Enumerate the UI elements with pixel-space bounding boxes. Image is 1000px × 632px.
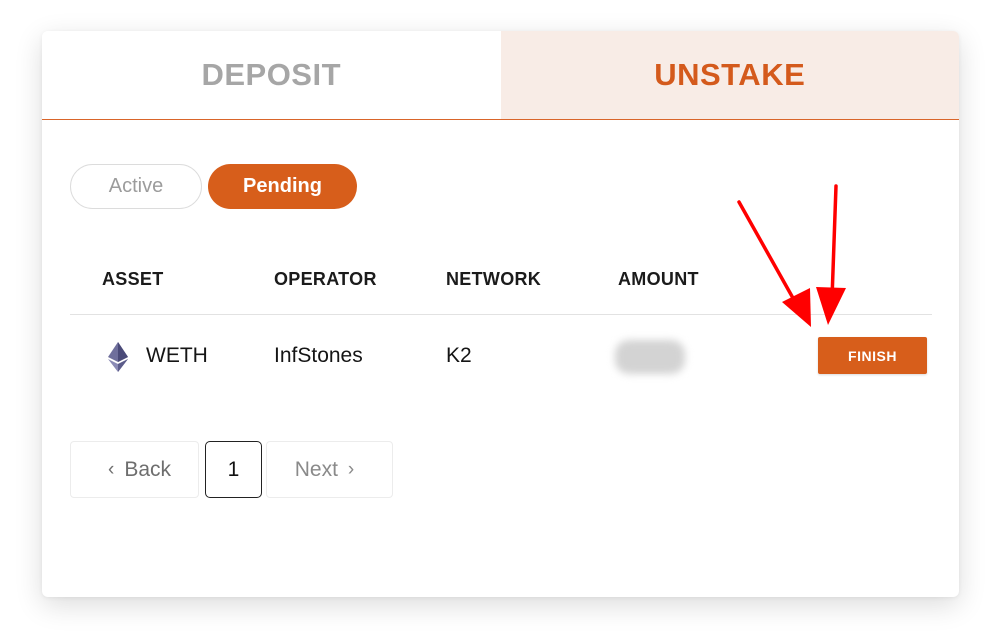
next-button[interactable]: Next › xyxy=(266,441,393,498)
status-filter: Active Pending xyxy=(70,164,357,210)
tab-unstake[interactable]: UNSTAKE xyxy=(500,31,959,119)
next-label: Next xyxy=(294,457,338,481)
operator-name: InfStones xyxy=(274,344,363,367)
ethereum-icon xyxy=(108,342,128,372)
column-header-amount: AMOUNT xyxy=(618,269,699,289)
column-header-network: NETWORK xyxy=(446,269,542,289)
page-number-button[interactable]: 1 xyxy=(205,441,262,498)
finish-button[interactable]: FINISH xyxy=(818,337,927,374)
network-name: K2 xyxy=(446,344,472,367)
back-button[interactable]: ‹ Back xyxy=(70,441,199,498)
asset-name: WETH xyxy=(146,344,208,367)
back-label: Back xyxy=(124,457,171,481)
chevron-right-icon: › xyxy=(347,458,355,480)
column-header-operator: OPERATOR xyxy=(274,269,377,289)
table-header: ASSET OPERATOR NETWORK AMOUNT xyxy=(70,263,932,315)
amount-value-redacted xyxy=(615,340,685,374)
unstake-card: DEPOSIT UNSTAKE Active Pending ASSET OPE… xyxy=(42,31,959,597)
table-row: WETH InfStones K2 FINISH xyxy=(70,315,932,399)
chevron-left-icon: ‹ xyxy=(107,458,115,480)
column-header-asset: ASSET xyxy=(102,269,164,289)
filter-active-button[interactable]: Active xyxy=(70,164,202,209)
tab-deposit[interactable]: DEPOSIT xyxy=(42,31,501,119)
filter-pending-button[interactable]: Pending xyxy=(208,164,357,209)
tab-bar: DEPOSIT UNSTAKE xyxy=(42,31,959,120)
